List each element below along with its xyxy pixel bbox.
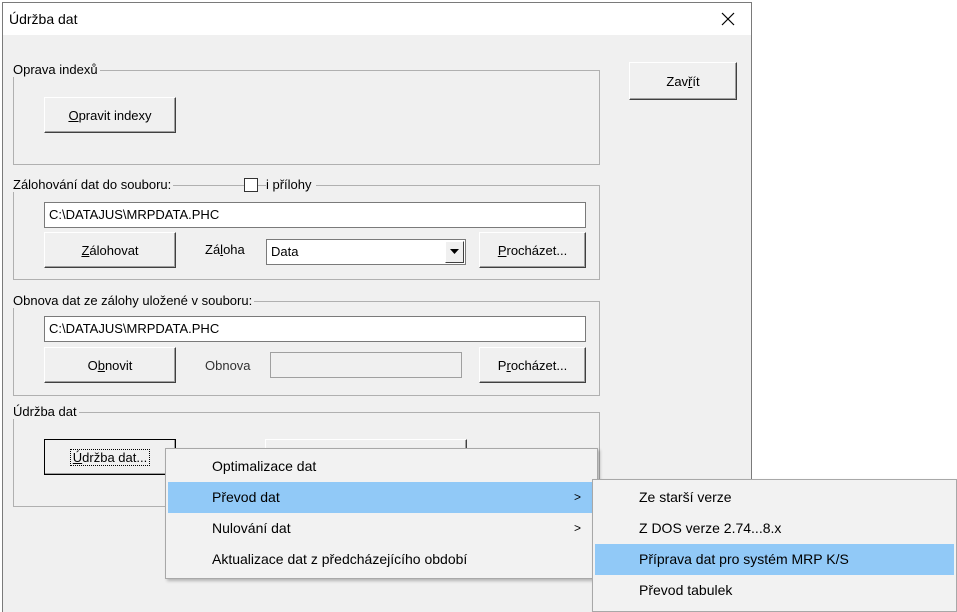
submenu-item-prevod-tabulek[interactable]: Převod tabulek <box>595 575 954 606</box>
obnovit-label: Obnovit <box>87 357 133 373</box>
submenu-item-starsi-verze[interactable]: Ze starší verze <box>595 482 954 513</box>
submenu-arrow-icon: > <box>573 521 581 535</box>
title-bar: Údržba dat <box>3 3 751 35</box>
zalohovat-label: Zálohovat <box>81 242 139 258</box>
zaloha-prochazet-button[interactable]: Procházet... <box>479 232 586 268</box>
opravit-indexy-button[interactable]: Opravit indexy <box>44 97 176 133</box>
obnova-label: Obnova <box>205 358 251 373</box>
zaloha-prochazet-label: Procházet... <box>497 242 568 258</box>
submenu-item-priprava-dat[interactable]: Příprava dat pro systém MRP K/S <box>595 544 954 575</box>
opravit-indexy-label: Opravit indexy <box>68 107 152 123</box>
close-icon <box>721 12 735 26</box>
prilohy-checkbox-label: i přílohy <box>266 177 316 193</box>
obnova-group-label: Obnova dat ze zálohy uložené v souboru: <box>13 293 255 308</box>
window-title: Údržba dat <box>9 11 78 27</box>
restore-path-input[interactable]: C:\DATAJUS\MRPDATA.PHC <box>44 316 586 342</box>
udrzba-dat-label: Údržba dat... <box>69 448 151 466</box>
backup-path-input[interactable]: C:\DATAJUS\MRPDATA.PHC <box>44 202 586 228</box>
submenu: Ze starší verze Z DOS verze 2.74...8.x P… <box>592 479 957 612</box>
submenu-arrow-icon: > <box>573 490 581 504</box>
window-close-button[interactable] <box>711 5 745 33</box>
obnova-prochazet-button[interactable]: Procházet... <box>479 347 586 383</box>
menu-item-aktualizace[interactable]: Aktualizace dat z předcházejícího období <box>168 544 595 575</box>
zalohovani-group-label: Zálohování dat do souboru: <box>13 177 174 192</box>
zaloha-select[interactable]: Data <box>266 239 466 265</box>
context-menu: Optimalizace dat Převod dat > Nulování d… <box>165 448 598 579</box>
udrzba-group-label: Údržba dat <box>13 404 79 419</box>
menu-item-prevod-dat[interactable]: Převod dat > <box>168 482 595 513</box>
menu-item-nulovani[interactable]: Nulování dat > <box>168 513 595 544</box>
udrzba-dat-button[interactable]: Údržba dat... <box>44 439 176 475</box>
prilohy-checkbox[interactable] <box>244 178 258 192</box>
obnovit-button[interactable]: Obnovit <box>44 347 176 383</box>
menu-item-optimalizace[interactable]: Optimalizace dat <box>168 451 595 482</box>
zaloha-select-value: Data <box>271 244 299 259</box>
chevron-down-icon <box>450 249 459 254</box>
obnova-prochazet-label: Procházet... <box>497 357 568 373</box>
zaloha-label: Záloha <box>205 242 245 257</box>
zalohovat-button[interactable]: Zálohovat <box>44 232 176 268</box>
obnova-field <box>270 352 462 378</box>
zavrit-button-label: Zavřít <box>666 73 700 89</box>
oprava-group-label: Oprava indexů <box>13 62 100 77</box>
zavrit-button[interactable]: Zavřít <box>629 62 737 100</box>
submenu-item-dos-verze[interactable]: Z DOS verze 2.74...8.x <box>595 513 954 544</box>
zaloha-dropdown-button[interactable] <box>445 241 464 263</box>
